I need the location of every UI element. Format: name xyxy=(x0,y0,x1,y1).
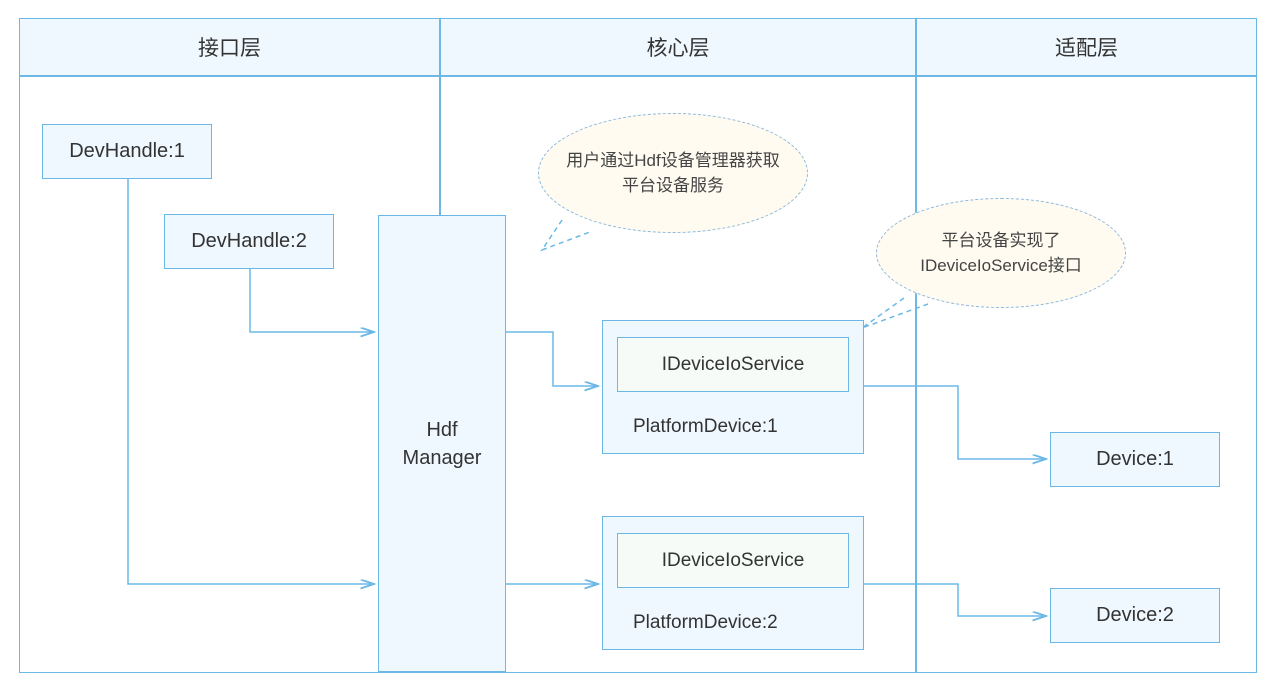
platformdevice1-service: IDeviceIoService xyxy=(617,337,849,392)
layer-body-adapter xyxy=(916,76,1257,673)
hdfmanager-box: Hdf Manager xyxy=(378,215,506,672)
bubble-ideviceio: 平台设备实现了IDeviceIoService接口 xyxy=(876,198,1126,308)
layer-header-core: 核心层 xyxy=(440,18,916,76)
layer-header-adapter: 适配层 xyxy=(916,18,1257,76)
bubble1-text: 用户通过Hdf设备管理器获取平台设备服务 xyxy=(559,148,787,199)
devhandle2-box: DevHandle:2 xyxy=(164,214,334,269)
hdfmanager-label: Hdf Manager xyxy=(403,416,482,472)
device1-label: Device:1 xyxy=(1096,448,1174,471)
layer-header-label: 接口层 xyxy=(198,32,261,62)
layer-header-label: 适配层 xyxy=(1055,32,1118,62)
bubble2-text: 平台设备实现了IDeviceIoService接口 xyxy=(897,228,1105,279)
platformdevice2-service-label: IDeviceIoService xyxy=(662,550,805,572)
layer-header-interface: 接口层 xyxy=(19,18,440,76)
platformdevice2-label: PlatformDevice:2 xyxy=(633,612,778,634)
platformdevice1-box: IDeviceIoService PlatformDevice:1 xyxy=(602,320,864,454)
devhandle2-label: DevHandle:2 xyxy=(191,230,307,253)
devhandle1-box: DevHandle:1 xyxy=(42,124,212,179)
layer-header-label: 核心层 xyxy=(647,32,710,62)
device1-box: Device:1 xyxy=(1050,432,1220,487)
platformdevice1-label: PlatformDevice:1 xyxy=(633,416,778,438)
device2-label: Device:2 xyxy=(1096,604,1174,627)
platformdevice2-service: IDeviceIoService xyxy=(617,533,849,588)
bubble-hdf-manager: 用户通过Hdf设备管理器获取平台设备服务 xyxy=(538,113,808,233)
platformdevice2-box: IDeviceIoService PlatformDevice:2 xyxy=(602,516,864,650)
device2-box: Device:2 xyxy=(1050,588,1220,643)
platformdevice1-service-label: IDeviceIoService xyxy=(662,354,805,376)
devhandle1-label: DevHandle:1 xyxy=(69,140,185,163)
